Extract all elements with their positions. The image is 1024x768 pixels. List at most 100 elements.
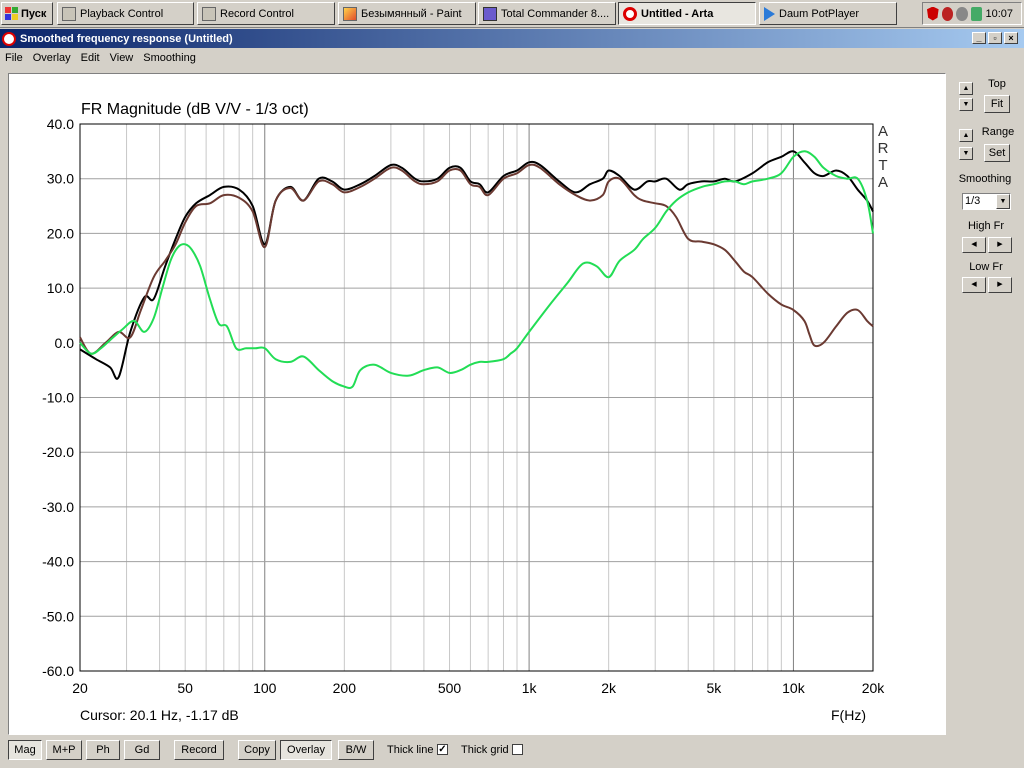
high-fr-left-button[interactable]: ◀ bbox=[962, 237, 986, 253]
range-label: Range bbox=[981, 126, 1015, 138]
arta-icon bbox=[623, 6, 637, 21]
set-button[interactable]: Set bbox=[984, 144, 1010, 162]
x-tick-label: 50 bbox=[177, 680, 193, 696]
window-controls: _ ▫ × bbox=[972, 32, 1018, 44]
low-fr-left-button[interactable]: ◀ bbox=[962, 277, 986, 293]
taskbar: Пуск Playback Control Record Control Без… bbox=[0, 0, 1024, 28]
task-playback-control[interactable]: Playback Control bbox=[57, 2, 194, 25]
shield-icon[interactable] bbox=[927, 6, 939, 21]
side-panel: ▲ ▼ Top Fit ▲ ▼ Range Set Smoothing 1/3 … bbox=[948, 73, 1024, 373]
arrow-down-icon: ▼ bbox=[962, 150, 970, 157]
top-down-button[interactable]: ▼ bbox=[959, 98, 973, 111]
arrow-right-icon: ▶ bbox=[997, 281, 1003, 288]
x-tick-label: 2k bbox=[601, 680, 617, 696]
network-icon[interactable] bbox=[970, 6, 983, 21]
arrow-down-icon: ▼ bbox=[962, 101, 970, 108]
series-line-2 bbox=[79, 163, 874, 355]
task-arta[interactable]: Untitled - Arta bbox=[618, 2, 756, 25]
x-tick-label: 100 bbox=[253, 680, 277, 696]
group-delay-button[interactable]: Gd bbox=[124, 740, 160, 760]
settings-icon[interactable] bbox=[956, 6, 968, 21]
thick-grid-checkbox[interactable] bbox=[512, 744, 523, 755]
y-tick-label: 30.0 bbox=[47, 171, 74, 187]
check-icon: ✓ bbox=[438, 744, 447, 755]
task-label: Playback Control bbox=[80, 7, 164, 20]
mixer-icon bbox=[62, 6, 76, 21]
y-tick-label: 0.0 bbox=[55, 335, 75, 351]
plot-panel[interactable]: 40.0 30.0 20.0 10.0 0.0 -10.0 -20.0 -30.0 -40.0 -… bbox=[8, 73, 946, 735]
window-title: Smoothed frequency response (Untitled) bbox=[20, 32, 233, 45]
task-label: Record Control bbox=[220, 7, 294, 20]
watermark-letter: A bbox=[878, 123, 888, 140]
y-tick-label: -30.0 bbox=[42, 499, 74, 515]
system-tray: 10:07 bbox=[922, 2, 1022, 25]
task-label: Безымянный - Paint bbox=[361, 7, 462, 20]
high-fr-right-button[interactable]: ▶ bbox=[988, 237, 1012, 253]
mixer-icon bbox=[202, 6, 216, 21]
frequency-response-chart[interactable]: 40.0 30.0 20.0 10.0 0.0 -10.0 -20.0 -30.0 -40.0 -… bbox=[9, 74, 945, 734]
watermark-letter: R bbox=[878, 140, 889, 157]
low-fr-right-button[interactable]: ▶ bbox=[988, 277, 1012, 293]
high-fr-label: High Fr bbox=[967, 220, 1005, 232]
range-down-button[interactable]: ▼ bbox=[959, 147, 973, 160]
arrow-right-icon: ▶ bbox=[997, 241, 1003, 248]
overlay-button[interactable]: Overlay bbox=[280, 740, 332, 760]
top-up-button[interactable]: ▲ bbox=[959, 82, 973, 95]
bw-button[interactable]: B/W bbox=[338, 740, 374, 760]
x-tick-label: 20 bbox=[72, 680, 88, 696]
menu-bar: File Overlay Edit View Smoothing bbox=[0, 49, 1024, 67]
x-tick-label: 1k bbox=[522, 680, 538, 696]
clock: 10:07 bbox=[985, 7, 1013, 20]
start-label: Пуск bbox=[21, 7, 47, 20]
menu-view[interactable]: View bbox=[105, 52, 139, 64]
menu-overlay[interactable]: Overlay bbox=[28, 52, 76, 64]
window-titlebar[interactable]: Smoothed frequency response (Untitled) bbox=[0, 29, 1024, 48]
thick-line-label: Thick line bbox=[387, 744, 434, 756]
record-button[interactable]: Record bbox=[174, 740, 224, 760]
y-tick-label: -60.0 bbox=[42, 663, 74, 679]
restore-button[interactable]: ▫ bbox=[988, 32, 1002, 44]
x-tick-label: 20k bbox=[862, 680, 886, 696]
watermark-letter: T bbox=[878, 157, 887, 174]
y-tick-label: -20.0 bbox=[42, 444, 74, 460]
cursor-readout: Cursor: 20.1 Hz, -1.17 dB bbox=[80, 707, 239, 723]
smoothing-label: Smoothing bbox=[958, 173, 1012, 185]
task-total-commander[interactable]: Total Commander 8.... bbox=[478, 2, 616, 25]
paint-icon bbox=[343, 6, 357, 21]
bottom-toolbar: Mag M+P Ph Gd Record Copy Overlay B/W Th… bbox=[0, 738, 1024, 768]
menu-edit[interactable]: Edit bbox=[76, 52, 105, 64]
task-potplayer[interactable]: Daum PotPlayer bbox=[759, 2, 897, 25]
task-paint[interactable]: Безымянный - Paint bbox=[338, 2, 476, 25]
thick-grid-label: Thick grid bbox=[461, 744, 509, 756]
menu-smoothing[interactable]: Smoothing bbox=[138, 52, 201, 64]
arrow-up-icon: ▲ bbox=[962, 85, 970, 92]
mag-button[interactable]: Mag bbox=[8, 740, 42, 760]
mag-phase-button[interactable]: M+P bbox=[46, 740, 82, 760]
close-button[interactable]: × bbox=[1004, 32, 1018, 44]
y-tick-label: -10.0 bbox=[42, 390, 74, 406]
fit-button[interactable]: Fit bbox=[984, 95, 1010, 113]
range-up-button[interactable]: ▲ bbox=[959, 129, 973, 142]
x-tick-label: 5k bbox=[706, 680, 722, 696]
menu-file[interactable]: File bbox=[0, 52, 28, 64]
phase-button[interactable]: Ph bbox=[86, 740, 120, 760]
minimize-button[interactable]: _ bbox=[972, 32, 986, 44]
task-record-control[interactable]: Record Control bbox=[197, 2, 335, 25]
chevron-down-icon[interactable]: ▼ bbox=[996, 194, 1010, 209]
y-tick-label: 40.0 bbox=[47, 116, 74, 132]
y-tick-label: -40.0 bbox=[42, 554, 74, 570]
arta-icon bbox=[2, 31, 16, 46]
chart-title: FR Magnitude (dB V/V - 1/3 oct) bbox=[81, 101, 309, 118]
x-tick-label: 200 bbox=[333, 680, 357, 696]
task-label: Untitled - Arta bbox=[641, 7, 714, 20]
y-tick-label: 20.0 bbox=[47, 225, 74, 241]
thick-line-checkbox[interactable]: ✓ bbox=[437, 744, 448, 755]
antivirus-icon[interactable] bbox=[941, 6, 954, 21]
watermark-letter: A bbox=[878, 174, 888, 191]
floppy-icon bbox=[483, 6, 497, 21]
smoothing-select[interactable]: 1/3 ▼ bbox=[962, 193, 1011, 210]
y-tick-label: 10.0 bbox=[47, 280, 74, 296]
x-tick-label: 10k bbox=[782, 680, 806, 696]
copy-button[interactable]: Copy bbox=[238, 740, 276, 760]
start-button[interactable]: Пуск bbox=[1, 2, 53, 25]
